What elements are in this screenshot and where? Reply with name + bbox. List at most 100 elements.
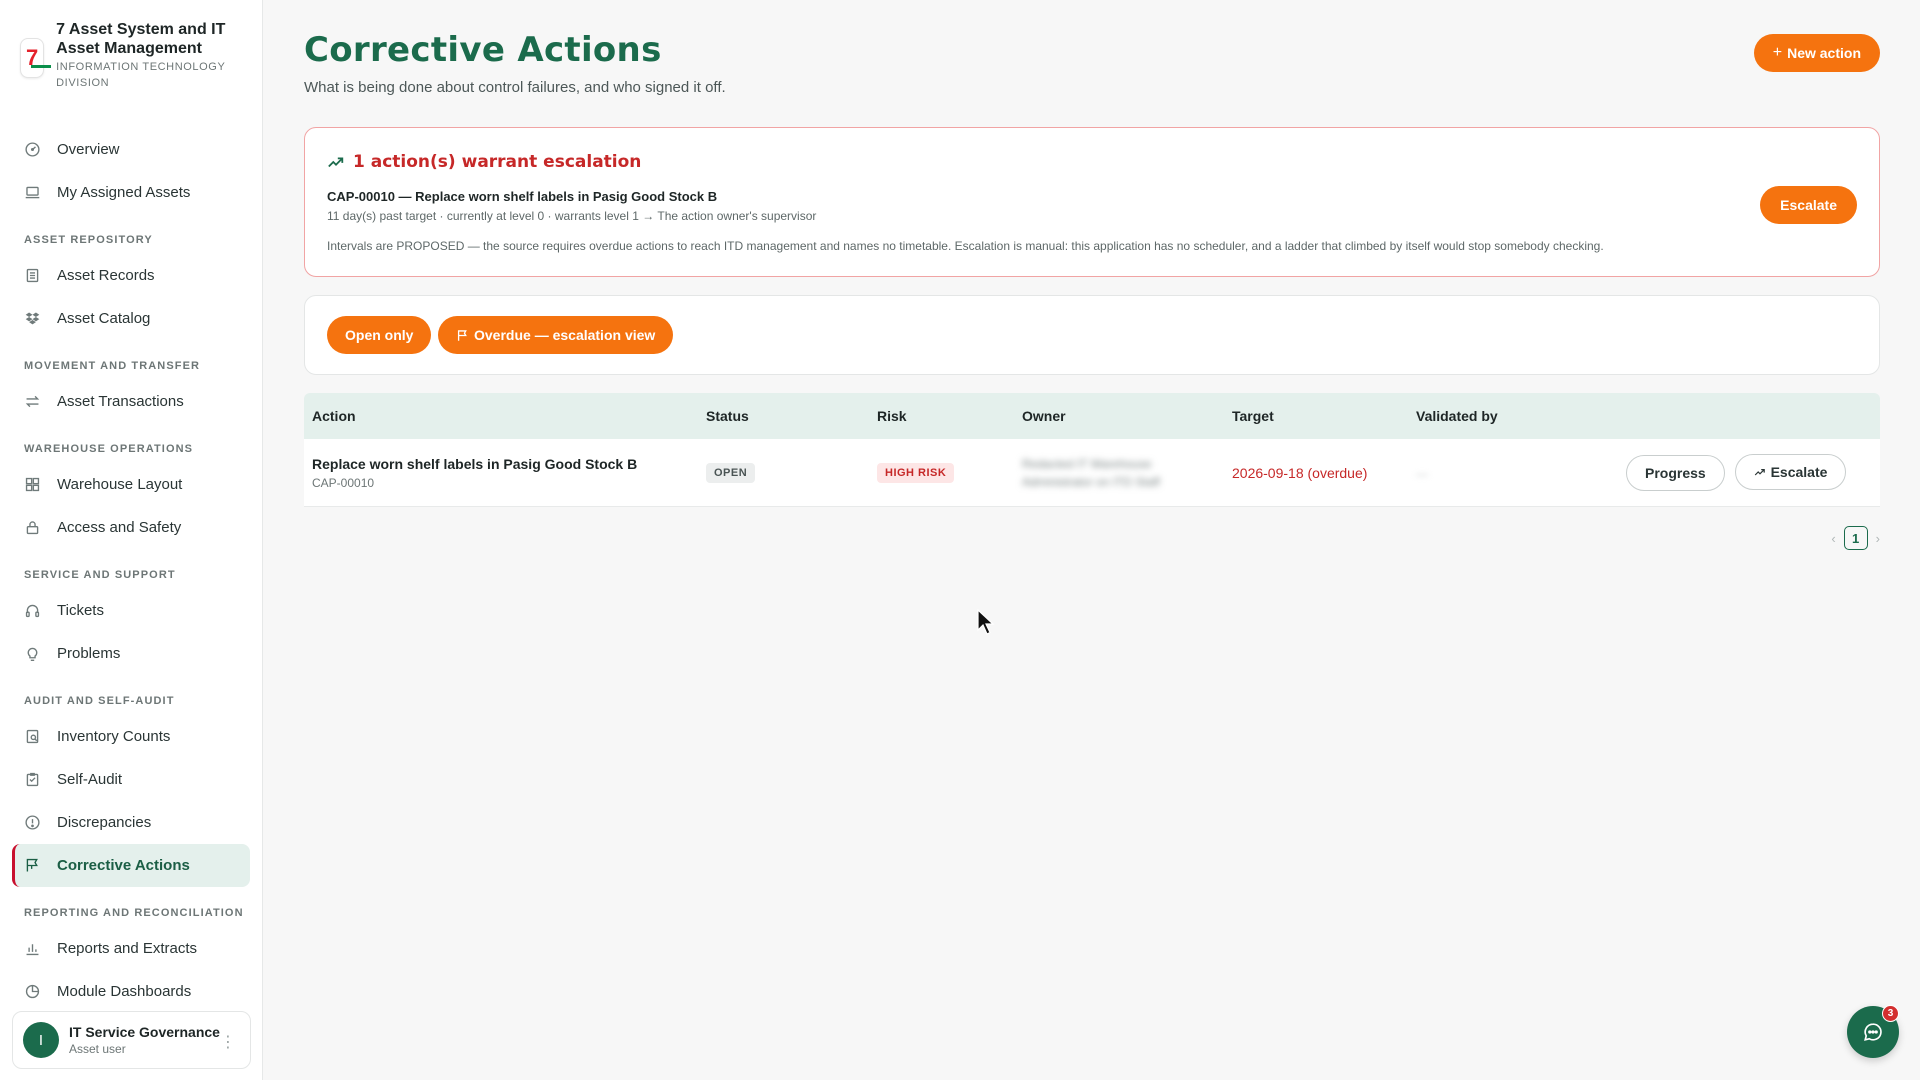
sidebar-item-self-audit[interactable]: Self-Audit bbox=[12, 758, 250, 801]
brand-logo[interactable]: 7 bbox=[20, 38, 51, 78]
sidebar-item-label: Asset Records bbox=[57, 267, 155, 284]
sidebar-item-overview[interactable]: Overview bbox=[12, 128, 250, 171]
records-icon bbox=[23, 267, 41, 285]
sidebar-item-my-assigned-assets[interactable]: My Assigned Assets bbox=[12, 171, 250, 214]
page-subtitle: What is being done about control failure… bbox=[304, 79, 726, 96]
brand-title: 7 Asset System and IT Asset Management bbox=[56, 21, 226, 57]
section-audit-and-self-audit: AUDIT AND SELF-AUDIT bbox=[24, 695, 175, 707]
open-only-filter[interactable]: Open only bbox=[327, 316, 432, 354]
sidebar-item-label: Reports and Extracts bbox=[57, 940, 198, 957]
section-movement-and-transfer: MOVEMENT AND TRANSFER bbox=[24, 360, 201, 372]
sidebar-item-label: Problems bbox=[57, 645, 121, 662]
sidebar-item-asset-transactions[interactable]: Asset Transactions bbox=[12, 380, 250, 423]
row-escalate-button[interactable]: Escalate bbox=[1734, 454, 1847, 490]
sidebar-item-module-dashboards[interactable]: Module Dashboards bbox=[12, 970, 250, 1013]
sidebar-item-problems[interactable]: Problems bbox=[12, 632, 250, 675]
count-icon bbox=[23, 728, 41, 746]
next-page-icon[interactable]: › bbox=[1876, 531, 1880, 546]
sidebar-item-discrepancies[interactable]: Discrepancies bbox=[12, 801, 250, 844]
escalation-alert: 1 action(s) warrant escalation CAP-00010… bbox=[304, 127, 1880, 277]
user-role: Asset user bbox=[69, 1042, 126, 1056]
owner-role-redacted: Administrator on ITD Staff bbox=[1022, 474, 1160, 489]
cell-risk: HIGH RISK bbox=[869, 462, 1014, 483]
plus-icon: + bbox=[1772, 44, 1783, 61]
section-warehouse-operations: WAREHOUSE OPERATIONS bbox=[24, 443, 194, 455]
sidebar-item-label: Asset Transactions bbox=[57, 393, 184, 410]
sidebar-nav: Overview My Assigned Assets ASSET REPOSI… bbox=[0, 108, 262, 1013]
headset-icon bbox=[23, 602, 41, 620]
sidebar: 7 7 Asset System and IT Asset Management… bbox=[0, 0, 263, 1080]
overdue-filter-label: Overdue — escalation view bbox=[474, 327, 656, 343]
actions-table: Action Status Risk Owner Target Validate… bbox=[304, 393, 1880, 507]
user-name: IT Service Governance bbox=[69, 1024, 220, 1040]
new-action-button[interactable]: + New action bbox=[1753, 34, 1880, 72]
section-asset-repository: ASSET REPOSITORY bbox=[24, 234, 153, 246]
column-header-owner[interactable]: Owner bbox=[1014, 408, 1224, 424]
more-vertical-icon[interactable]: ⋮ bbox=[220, 1032, 236, 1052]
action-title[interactable]: Replace worn shelf labels in Pasig Good … bbox=[312, 456, 698, 472]
column-header-action[interactable]: Action bbox=[304, 408, 698, 424]
sidebar-item-reports-and-extracts[interactable]: Reports and Extracts bbox=[12, 927, 250, 970]
cell-target: 2026-09-18 (overdue) bbox=[1224, 465, 1408, 481]
sidebar-item-label: Inventory Counts bbox=[57, 728, 171, 745]
mouse-cursor-icon bbox=[977, 609, 995, 635]
cell-validated-by: — bbox=[1408, 465, 1618, 481]
section-service-and-support: SERVICE AND SUPPORT bbox=[24, 569, 176, 581]
alert-circle-icon bbox=[23, 814, 41, 832]
progress-button[interactable]: Progress bbox=[1626, 455, 1725, 491]
alert-header: 1 action(s) warrant escalation bbox=[327, 152, 641, 172]
status-badge: OPEN bbox=[706, 462, 756, 483]
bulb-icon bbox=[23, 645, 41, 663]
sidebar-item-label: Access and Safety bbox=[57, 519, 182, 536]
main-content: Corrective Actions What is being done ab… bbox=[264, 0, 1920, 1080]
sidebar-item-asset-records[interactable]: Asset Records bbox=[12, 254, 250, 297]
action-id: CAP-00010 bbox=[312, 475, 375, 490]
column-header-risk[interactable]: Risk bbox=[869, 408, 1014, 424]
clipboard-icon bbox=[23, 771, 41, 789]
owner-name-redacted: Redacted IT Warehouse bbox=[1022, 456, 1152, 471]
user-card[interactable]: I IT Service Governance Asset user ⋮ bbox=[12, 1011, 251, 1069]
alert-item-meta: 11 day(s) past target · currently at lev… bbox=[327, 209, 817, 223]
user-info: IT Service Governance Asset user bbox=[69, 1024, 220, 1056]
sidebar-item-warehouse-layout[interactable]: Warehouse Layout bbox=[12, 463, 250, 506]
sidebar-item-asset-catalog[interactable]: Asset Catalog bbox=[12, 297, 250, 340]
sidebar-item-label: My Assigned Assets bbox=[57, 184, 191, 201]
alert-title: 1 action(s) warrant escalation bbox=[353, 152, 642, 172]
transfer-icon bbox=[23, 393, 41, 411]
sidebar-item-corrective-actions[interactable]: Corrective Actions bbox=[12, 844, 250, 887]
cell-action: Replace worn shelf labels in Pasig Good … bbox=[304, 456, 698, 490]
alert-escalate-button[interactable]: Escalate bbox=[1760, 186, 1857, 224]
page-number-current[interactable]: 1 bbox=[1843, 526, 1868, 550]
overdue-escalation-filter[interactable]: Overdue — escalation view bbox=[438, 316, 674, 354]
sidebar-item-tickets[interactable]: Tickets bbox=[12, 589, 250, 632]
brand-text: 7 Asset System and IT Asset Management I… bbox=[56, 20, 242, 108]
trending-up-icon bbox=[1754, 469, 1765, 476]
target-date: 2026-09-18 (overdue) bbox=[1232, 464, 1368, 481]
laptop-icon bbox=[23, 184, 41, 202]
filter-bar: Open only Overdue — escalation view bbox=[304, 295, 1880, 375]
column-header-validated-by[interactable]: Validated by bbox=[1408, 408, 1618, 424]
column-header-target[interactable]: Target bbox=[1224, 408, 1408, 424]
sidebar-item-inventory-counts[interactable]: Inventory Counts bbox=[12, 715, 250, 758]
prev-page-icon[interactable]: ‹ bbox=[1831, 531, 1835, 546]
dropbox-icon bbox=[23, 310, 41, 328]
lock-icon bbox=[23, 519, 41, 537]
sidebar-item-label: Self-Audit bbox=[57, 771, 123, 788]
trending-up-icon bbox=[328, 157, 344, 168]
sidebar-item-label: Asset Catalog bbox=[57, 310, 151, 327]
sidebar-item-access-and-safety[interactable]: Access and Safety bbox=[12, 506, 250, 549]
table-header: Action Status Risk Owner Target Validate… bbox=[304, 393, 1880, 439]
avatar: I bbox=[23, 1022, 59, 1058]
section-reporting-and-reconciliation: REPORTING AND RECONCILIATION bbox=[24, 907, 244, 919]
brand: 7 7 Asset System and IT Asset Management… bbox=[0, 0, 262, 108]
cell-status: OPEN bbox=[698, 462, 869, 483]
sidebar-item-label: Corrective Actions bbox=[57, 857, 190, 874]
page-title: Corrective Actions bbox=[304, 30, 662, 70]
table-row[interactable]: Replace worn shelf labels in Pasig Good … bbox=[304, 439, 1880, 507]
cell-row-actions: Progress Escalate bbox=[1618, 454, 1880, 491]
cell-owner: Redacted IT Warehouse Administrator on I… bbox=[1014, 455, 1224, 491]
chat-bubble-icon bbox=[1864, 1023, 1882, 1041]
column-header-status[interactable]: Status bbox=[698, 408, 869, 424]
pagination: ‹ 1 › bbox=[1831, 526, 1880, 550]
row-escalate-label: Escalate bbox=[1770, 464, 1828, 480]
